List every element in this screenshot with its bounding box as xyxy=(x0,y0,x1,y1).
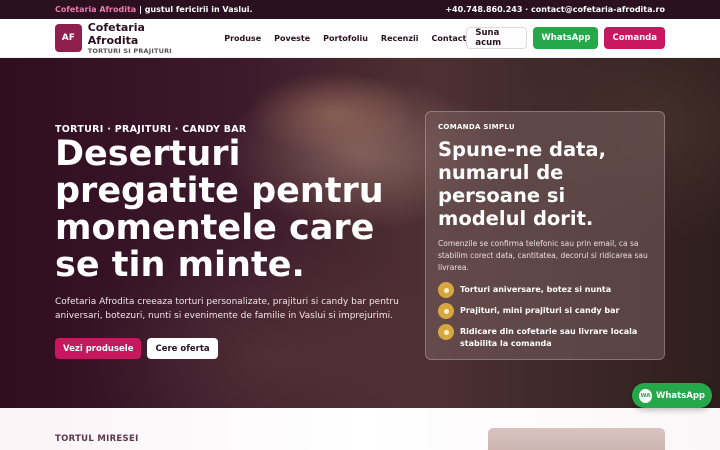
view-products-button[interactable]: Vezi produsele xyxy=(55,338,142,359)
top-bar-tagline-text: gustul fericirii in Vaslui. xyxy=(144,5,253,14)
top-bar: Cofetaria Afrodita | gustul fericirii in… xyxy=(0,0,720,19)
hero-actions: Vezi produsele Cere oferta xyxy=(55,338,218,359)
section-image xyxy=(488,428,665,450)
list-item-label: Ridicare din cofetarie sau livrare local… xyxy=(460,327,638,348)
order-button[interactable]: Comanda xyxy=(604,27,665,49)
logo-name: Cofetaria Afrodita xyxy=(87,20,145,47)
list-item-label: Torturi aniversare, botez si nunta xyxy=(460,285,612,294)
list-item: Torturi aniversare, botez si nunta xyxy=(438,282,652,298)
bullet-icon xyxy=(438,282,454,298)
list-item-label: Prajituri, mini prajituri si candy bar xyxy=(460,306,620,315)
whatsapp-button[interactable]: WhatsApp xyxy=(533,27,599,49)
nav-item-contact[interactable]: Contact xyxy=(432,34,467,43)
nav-item-portofoliu[interactable]: Portofoliu xyxy=(323,34,368,43)
section-eyebrow: TORTUL MIRESEI xyxy=(55,434,139,444)
order-card-eyebrow: COMANDA SIMPLU xyxy=(438,123,515,131)
bullet-icon xyxy=(438,303,454,319)
hero-description: Cofetaria Afrodita creeaza torturi perso… xyxy=(55,297,399,321)
bullet-icon xyxy=(438,324,454,340)
nav-item-poveste[interactable]: Poveste xyxy=(274,34,310,43)
floating-whatsapp-label: WhatsApp xyxy=(655,390,705,401)
logo-text[interactable]: Cofetaria Afrodita TORTURI SI PRAJITURI xyxy=(88,21,194,56)
list-item: Prajituri, mini prajituri si candy bar xyxy=(438,303,652,319)
hero-title: Deserturi pregatite pentru momentele car… xyxy=(55,134,384,285)
call-now-button[interactable]: Suna acum xyxy=(466,27,528,49)
top-bar-separator: | xyxy=(138,5,142,14)
site-header: AF Cofetaria Afrodita TORTURI SI PRAJITU… xyxy=(0,19,720,58)
order-card-description: Comenzile se confirma telefonic sau prin… xyxy=(438,239,648,272)
top-bar-tagline: Cofetaria Afrodita | gustul fericirii in… xyxy=(55,5,253,14)
next-section: TORTUL MIRESEI xyxy=(0,408,720,450)
nav-item-recenzii[interactable]: Recenzii xyxy=(381,34,419,43)
main-nav: Produse Poveste Portofoliu Recenzii Cont… xyxy=(224,34,466,43)
header-actions: Suna acum WhatsApp Comanda xyxy=(466,27,665,49)
logo-badge[interactable]: AF xyxy=(55,24,82,52)
top-bar-brand: Cofetaria Afrodita xyxy=(55,5,137,14)
request-offer-button[interactable]: Cere oferta xyxy=(147,338,218,359)
logo-subtitle: TORTURI SI PRAJITURI xyxy=(87,46,172,55)
list-item: Ridicare din cofetarie sau livrare local… xyxy=(438,324,652,350)
top-bar-contact[interactable]: +40.748.860.243 · contact@cofetaria-afro… xyxy=(445,5,665,14)
order-card-title: Spune-ne data, numarul de persoane si mo… xyxy=(438,138,606,230)
nav-item-produse[interactable]: Produse xyxy=(224,34,261,43)
whatsapp-icon: WA xyxy=(639,388,652,403)
order-card-list: Torturi aniversare, botez si nunta Praji… xyxy=(438,282,652,350)
floating-whatsapp-button[interactable]: WA WhatsApp xyxy=(632,383,712,408)
order-card: COMANDA SIMPLU Spune-ne data, numarul de… xyxy=(425,111,665,360)
hero-section: TORTURI · PRAJITURI · CANDY BAR Desertur… xyxy=(0,58,720,408)
